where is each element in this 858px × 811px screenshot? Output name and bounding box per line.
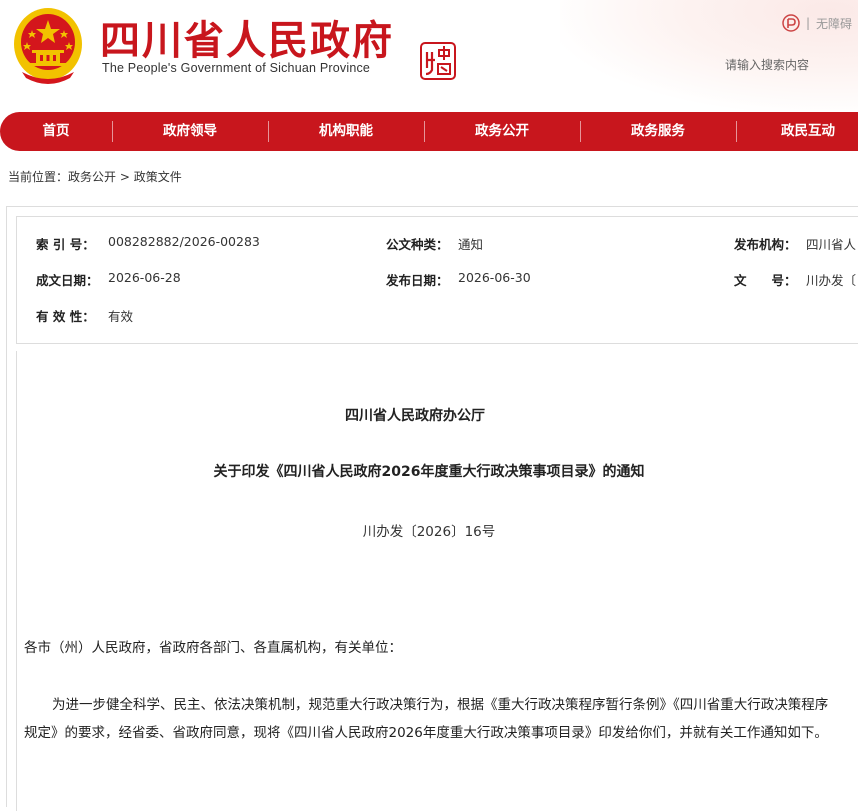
meta-org-value: 四川省人 xyxy=(806,237,857,252)
meta-type-label: 公文种类： xyxy=(386,237,449,252)
site-subtitle: The People's Government of Sichuan Provi… xyxy=(102,61,371,75)
nav-item-open-affairs[interactable]: 政务公开 xyxy=(424,112,580,151)
document-paragraph: 为进一步健全科学、民主、依法决策机制，规范重大行政决策行为，根据《重大行政决策程… xyxy=(24,697,829,741)
site-title: 四川省人民政府 xyxy=(100,17,394,64)
nav-item-interaction[interactable]: 政民互动 xyxy=(736,112,858,151)
meta-created-value: 2026-06-28 xyxy=(108,270,181,285)
breadcrumb-prefix: 当前位置： xyxy=(8,170,69,184)
top-utility-bar: | 无障碍 xyxy=(782,12,852,34)
nav-item-home[interactable]: 首页 xyxy=(0,112,112,151)
meta-docno-value: 川办发〔 xyxy=(806,273,857,288)
meta-published-value: 2026-06-30 xyxy=(458,270,531,285)
breadcrumb-link-policy-docs[interactable]: 政策文件 xyxy=(134,170,182,184)
meta-index-value: 008282882/2026-00283 xyxy=(108,234,260,249)
meta-created-label: 成文日期： xyxy=(36,273,99,288)
document-salutation: 各市（州）人民政府，省政府各部门、各直属机构，有关单位： xyxy=(24,640,402,656)
document-title: 关于印发《四川省人民政府2026年度重大行政决策事项目录》的通知 xyxy=(213,464,645,480)
breadcrumb: 当前位置：政务公开 > 政策文件 xyxy=(8,168,182,185)
meta-published-label: 发布日期： xyxy=(386,273,449,288)
nav-item-functions[interactable]: 机构职能 xyxy=(268,112,424,151)
seal-logo-icon xyxy=(420,42,456,80)
meta-org-label: 发布机构： xyxy=(734,237,797,252)
search-box xyxy=(722,54,858,78)
document-number: 川办发〔2026〕16号 xyxy=(362,524,496,540)
main-nav: 首页 政府领导 机构职能 政务公开 政务服务 政民互动 xyxy=(0,112,858,151)
meta-index-label: 索 引 号： xyxy=(36,237,95,252)
nav-item-leaders[interactable]: 政府领导 xyxy=(112,112,268,151)
national-emblem-icon xyxy=(14,8,82,84)
breadcrumb-link-open-affairs[interactable]: 政务公开 xyxy=(68,170,116,184)
meta-valid-label: 有 效 性： xyxy=(36,309,95,324)
breadcrumb-separator: > xyxy=(119,170,130,184)
meta-type-value: 通知 xyxy=(458,237,484,252)
nav-item-services[interactable]: 政务服务 xyxy=(580,112,736,151)
meta-docno-label: 文 号： xyxy=(734,273,797,288)
accessibility-icon[interactable] xyxy=(782,14,800,32)
topbar-separator: | xyxy=(806,16,811,30)
accessibility-link[interactable]: 无障碍 xyxy=(816,15,852,32)
meta-valid-value: 有效 xyxy=(108,309,134,324)
document-issuer: 四川省人民政府办公厅 xyxy=(345,408,485,424)
search-input[interactable] xyxy=(722,54,855,76)
site-header: 四川省人民政府 The People's Government of Sichu… xyxy=(0,0,858,110)
